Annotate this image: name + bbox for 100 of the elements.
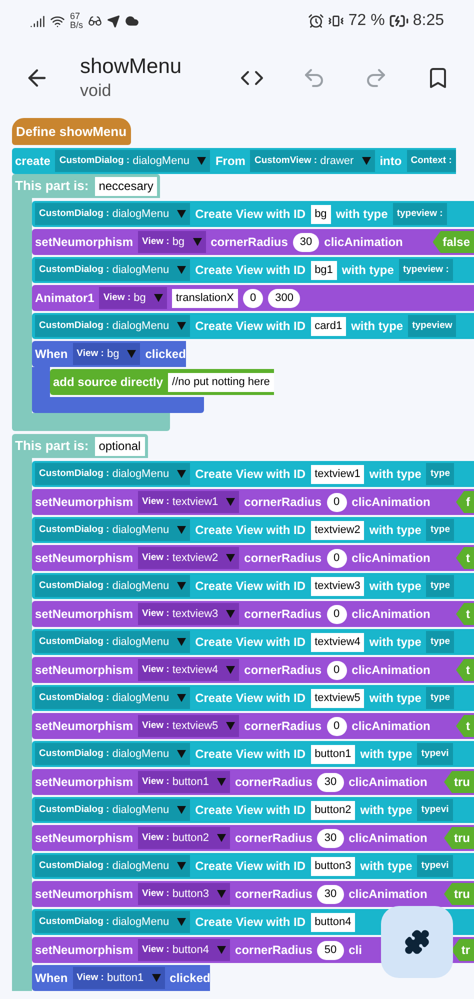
text-field[interactable]: optional: [94, 436, 145, 456]
neumorphism-block[interactable]: setNeumorphism View : textview4 cornerRadius 0 clicAnimation t: [32, 657, 474, 683]
caret-icon: [177, 470, 186, 478]
block-label: with type: [342, 262, 394, 279]
animator-block[interactable]: Animator1 View : bg translationX 0 300: [32, 285, 474, 311]
create-view-block[interactable]: CustomDialog : dialogMenu Create View with ID textview3 with type type: [32, 573, 474, 599]
block-label: cornerRadius: [244, 606, 322, 623]
caret-icon: [217, 890, 226, 898]
block-label: setNeumorphism: [35, 718, 134, 735]
block-label: clicAnimation: [348, 886, 428, 903]
neumorphism-block[interactable]: setNeumorphism View : button1 cornerRadius 30 clicAnimation tru: [32, 769, 474, 795]
event-block[interactable]: When View : bg clicked: [32, 341, 186, 367]
number-field[interactable]: 0: [326, 492, 347, 512]
dropdown[interactable]: View : button4: [138, 939, 230, 961]
text-field[interactable]: textview5: [310, 688, 364, 708]
create-view-block[interactable]: CustomDialog : dialogMenu Create View with ID bg with type typeview :: [32, 201, 474, 227]
neumorphism-block[interactable]: setNeumorphism View : button3 cornerRadius 30 clicAnimation tru: [32, 881, 474, 907]
number-field[interactable]: 300: [268, 288, 300, 308]
neumorphism-block[interactable]: setNeumorphism View : textview1 cornerRadius 0 clicAnimation f: [32, 489, 474, 515]
block-label: clicAnimation: [352, 606, 430, 623]
text-field[interactable]: textview4: [310, 632, 364, 652]
text-field[interactable]: button2: [310, 800, 356, 820]
text-field[interactable]: button1: [310, 744, 356, 764]
block-label: Create View with ID: [195, 318, 306, 335]
text-field[interactable]: textview2: [310, 520, 364, 540]
text-field[interactable]: bg: [310, 204, 331, 224]
create-view-block[interactable]: CustomDialog : dialogMenu Create View with ID button1 with type typevi: [32, 741, 474, 767]
caret-icon: [226, 666, 236, 674]
screen-subtitle: void: [80, 80, 112, 102]
dropdown[interactable]: View : button2: [138, 827, 230, 849]
block-label: with type: [369, 690, 422, 707]
text-field[interactable]: card1: [310, 316, 346, 336]
caret-icon: [226, 498, 236, 506]
create-view-block[interactable]: CustomDialog : dialogMenu Create View with ID textview5 with type type: [32, 685, 474, 711]
create-view-block[interactable]: CustomDialog : dialogMenu Create View with ID textview2 with type type: [32, 517, 474, 543]
create-view-block[interactable]: CustomDialog : dialogMenu Create View with ID button3 with type typevi: [32, 853, 474, 879]
number-field[interactable]: 50: [317, 940, 344, 960]
block-label: cornerRadius: [244, 494, 322, 511]
dropdown[interactable]: View : textview2: [138, 547, 240, 569]
text-field[interactable]: button4: [310, 912, 356, 932]
dropdown[interactable]: View : textview3: [138, 603, 240, 625]
block-label: setNeumorphism: [35, 886, 134, 903]
number-field[interactable]: 0: [326, 660, 347, 680]
block-label: clicAnimation: [352, 662, 430, 679]
create-view-block[interactable]: CustomDialog : dialogMenu Create View with ID textview4 with type type: [32, 629, 474, 655]
dropdown[interactable]: View : textview1: [138, 491, 240, 513]
create-view-block[interactable]: CustomDialog : dialogMenu Create View with ID bg1 with type typeview :: [32, 257, 474, 283]
neumorphism-block[interactable]: setNeumorphism View : textview3 cornerRadius 0 clicAnimation t: [32, 601, 474, 627]
dropdown[interactable]: View : textview5: [138, 715, 240, 737]
section-block-header[interactable]: This part is: neccesary: [12, 174, 160, 198]
create-view-block[interactable]: CustomDialog : dialogMenu Create View with ID button2 with type typevi: [32, 797, 474, 823]
dropdown[interactable]: View : button3: [138, 883, 230, 905]
text-field[interactable]: bg1: [310, 260, 337, 280]
number-field[interactable]: 30: [317, 772, 344, 792]
neumorphism-block[interactable]: setNeumorphism View : textview2 cornerRadius 0 clicAnimation t: [32, 545, 474, 571]
number-field[interactable]: 0: [326, 604, 347, 624]
caret-icon: [226, 610, 236, 618]
block-label: Create View with ID: [195, 914, 306, 931]
block-label: cornerRadius: [244, 718, 322, 735]
text-field[interactable]: neccesary: [94, 176, 158, 196]
text-field[interactable]: translationX: [172, 288, 238, 308]
text-field[interactable]: textview3: [310, 576, 364, 596]
blocks-palette-button[interactable]: [381, 906, 453, 978]
neumorphism-block[interactable]: setNeumorphism View : textview5 cornerRadius 0 clicAnimation t: [32, 713, 474, 739]
dropdown[interactable]: View : button1: [138, 771, 230, 793]
create-view-block[interactable]: CustomDialog : dialogMenu Create View with ID textview1 with type type: [32, 461, 474, 487]
create-view-block[interactable]: CustomDialog : dialogMenu Create View with ID card1 with type typeview: [32, 313, 474, 339]
block-label: with type: [369, 522, 422, 539]
block-label: with type: [336, 206, 388, 223]
block-label: setNeumorphism: [35, 662, 134, 679]
number-field[interactable]: 0: [326, 548, 347, 568]
number-field[interactable]: 30: [317, 828, 344, 848]
text-field[interactable]: //no put notting here: [168, 372, 274, 392]
dropdown[interactable]: View : bg: [138, 231, 206, 253]
dropdown[interactable]: View : textview4: [138, 659, 240, 681]
number-field[interactable]: 0: [326, 716, 347, 736]
caret-icon: [154, 294, 163, 302]
neumorphism-block[interactable]: setNeumorphism View : bg cornerRadius 30 clicAnimation false: [32, 229, 474, 255]
number-field[interactable]: 0: [242, 288, 264, 308]
section-block-header[interactable]: This part is: optional: [12, 434, 148, 458]
block-label: cornerRadius: [244, 662, 322, 679]
block-label: Create View with ID: [195, 802, 306, 819]
text-field[interactable]: button3: [310, 856, 356, 876]
source-block[interactable]: add source directly //no put notting here: [50, 369, 274, 395]
dropdown[interactable]: View : button1: [72, 967, 165, 989]
number-field[interactable]: 30: [317, 884, 344, 904]
block-label: Create View with ID: [195, 262, 306, 279]
neumorphism-block[interactable]: setNeumorphism View : button2 cornerRadius 30 clicAnimation tru: [32, 825, 474, 851]
event-block[interactable]: When View : button1 clicked: [32, 965, 210, 991]
dropdown[interactable]: View : bg: [72, 343, 140, 365]
block-label: Create View with ID: [195, 206, 306, 223]
caret-icon: [152, 974, 161, 982]
block-label: Create View with ID: [195, 522, 306, 539]
number-field[interactable]: 30: [292, 232, 320, 252]
block-label: setNeumorphism: [35, 550, 134, 567]
caret-icon: [177, 918, 186, 926]
text-field[interactable]: textview1: [310, 464, 364, 484]
dropdown[interactable]: View : bg: [99, 287, 167, 309]
block-label: cornerRadius: [244, 550, 322, 567]
block-label: setNeumorphism: [35, 606, 134, 623]
